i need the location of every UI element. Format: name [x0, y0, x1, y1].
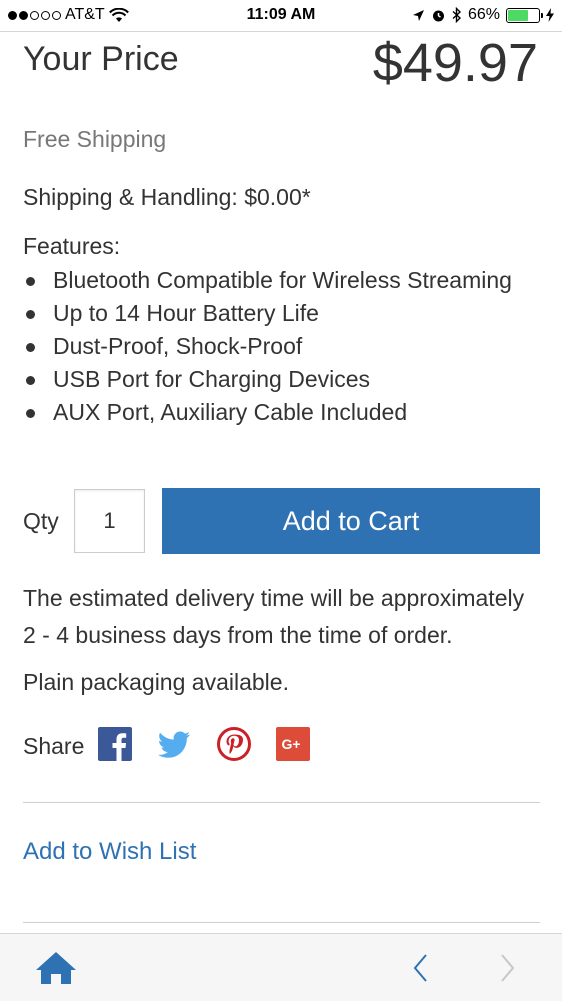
delivery-estimate: The estimated delivery time will be appr… — [23, 585, 525, 648]
price-value: $49.97 — [372, 33, 538, 93]
qty-label: Qty — [23, 508, 59, 534]
home-icon[interactable] — [34, 950, 78, 986]
twitter-icon[interactable] — [157, 727, 191, 761]
shipping-handling-text: Shipping & Handling: $0.00* — [23, 184, 311, 210]
charging-icon — [546, 8, 554, 22]
feature-item: AUX Port, Auxiliary Cable Included — [23, 398, 512, 431]
share-label: Share — [23, 733, 85, 759]
qty-input[interactable] — [74, 489, 145, 553]
feature-item: USB Port for Charging Devices — [23, 365, 512, 398]
location-icon — [412, 9, 424, 21]
bluetooth-icon — [452, 7, 461, 23]
google-plus-icon[interactable]: G+ — [276, 727, 310, 761]
feature-list: Bluetooth Compatible for Wireless Stream… — [23, 266, 512, 431]
price-label: Your Price — [23, 40, 179, 78]
feature-item: Bluetooth Compatible for Wireless Stream… — [23, 266, 512, 299]
packaging-note: Plain packaging available. — [23, 669, 289, 695]
back-icon[interactable] — [410, 952, 434, 984]
divider — [23, 922, 540, 923]
free-shipping-text: Free Shipping — [23, 126, 167, 152]
battery-percent: 66% — [467, 6, 500, 23]
facebook-icon[interactable] — [98, 727, 132, 761]
add-to-cart-button[interactable]: Add to Cart — [162, 488, 540, 554]
divider — [23, 802, 540, 803]
status-bar: AT&T 11:09 AM 66% — [0, 0, 562, 32]
feature-item: Up to 14 Hour Battery Life — [23, 299, 512, 332]
feature-item: Dust-Proof, Shock-Proof — [23, 332, 512, 365]
status-right: 66% — [412, 6, 554, 24]
forward-icon[interactable] — [494, 952, 518, 984]
add-to-wish-list-link[interactable]: Add to Wish List — [23, 838, 196, 866]
features-title: Features: — [23, 233, 121, 259]
battery-icon — [506, 7, 543, 23]
pinterest-icon[interactable] — [217, 727, 251, 761]
alarm-icon — [432, 10, 444, 21]
svg-text:G+: G+ — [281, 736, 300, 752]
bottom-toolbar — [0, 933, 562, 1001]
